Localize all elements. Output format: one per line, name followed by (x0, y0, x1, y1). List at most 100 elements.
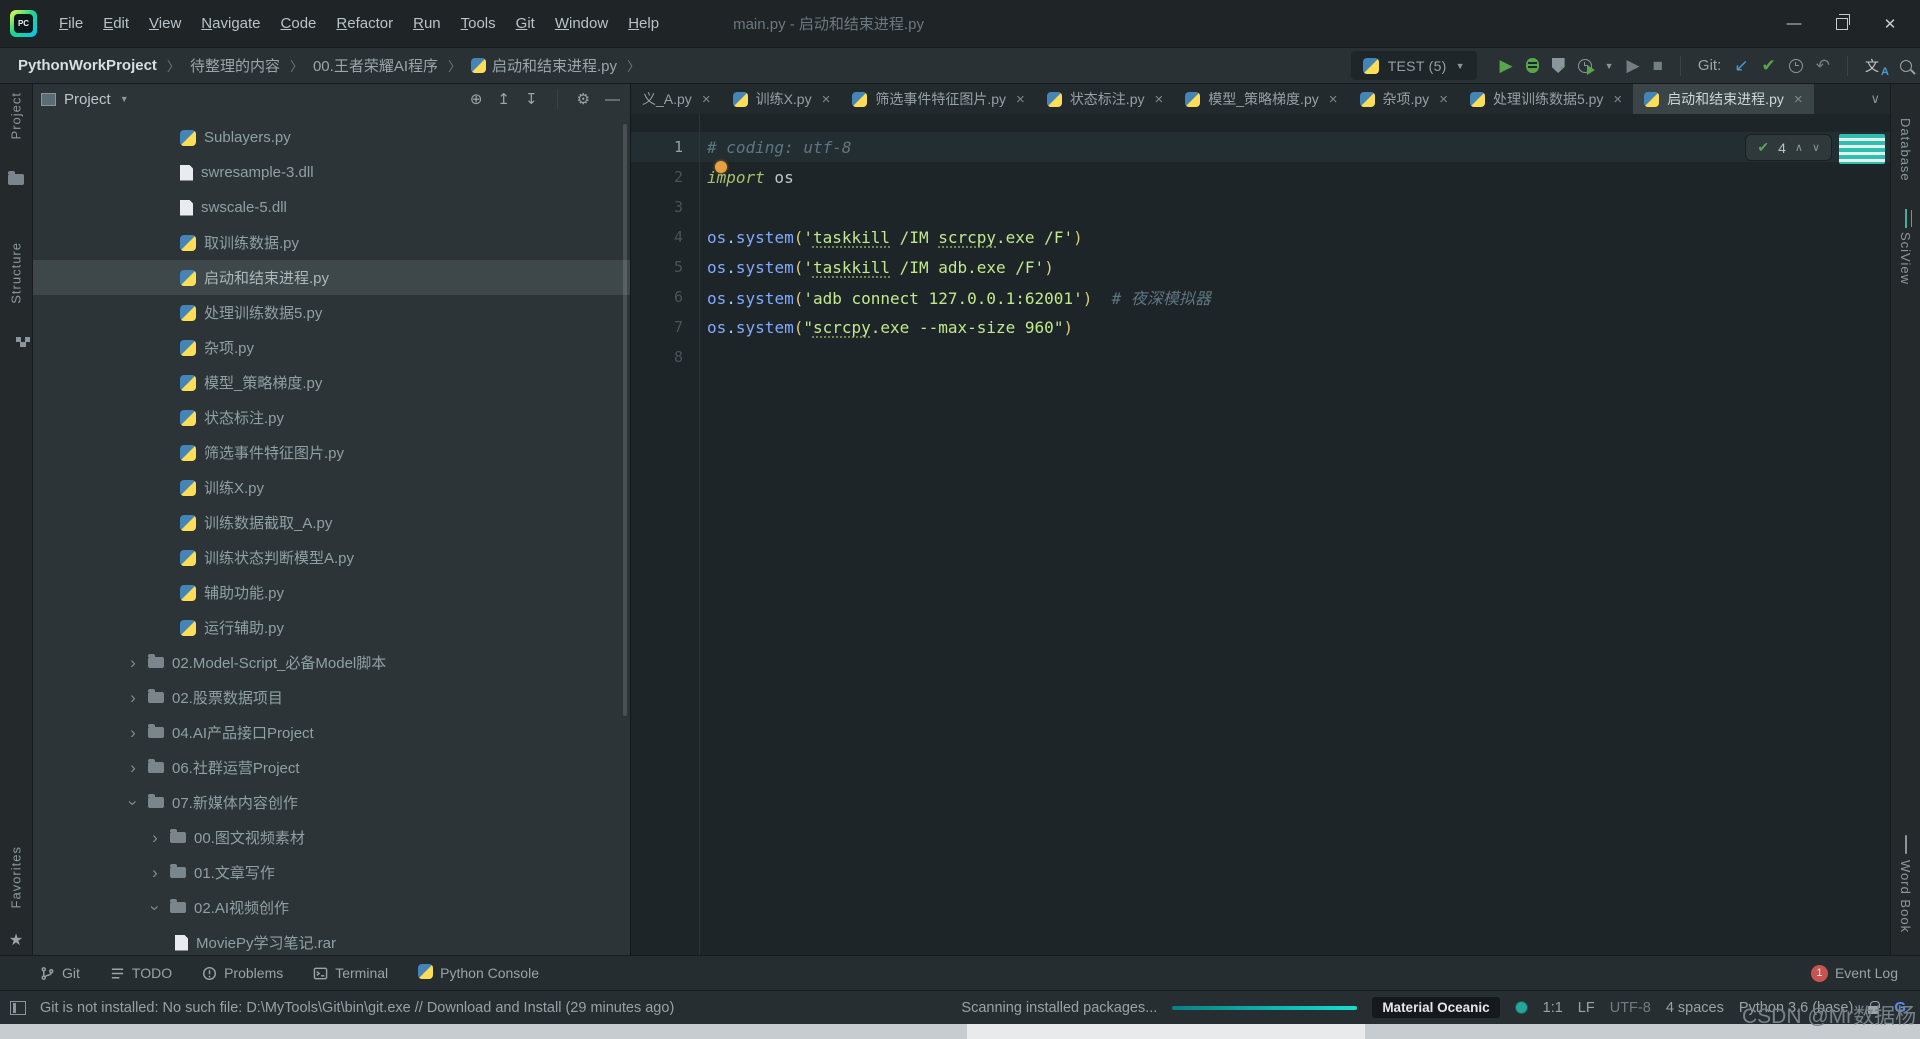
tree-row[interactable]: › 02.AI视频创作 (33, 890, 630, 925)
tree-row[interactable]: 训练状态判断模型A.py (33, 540, 630, 575)
tree-row[interactable]: › 02.股票数据项目 (33, 680, 630, 715)
tool-window-button-terminal[interactable]: Terminal (313, 965, 388, 981)
tab-close-icon[interactable]: × (1016, 91, 1025, 108)
tree-row[interactable]: › 01.文章写作 (33, 855, 630, 890)
tab-close-icon[interactable]: × (1794, 91, 1803, 108)
tree-row[interactable]: 处理训练数据5.py (33, 295, 630, 330)
hide-panel-icon[interactable]: — (605, 92, 620, 107)
tree-row[interactable]: 状态标注.py (33, 400, 630, 435)
star-icon[interactable]: ★ (9, 930, 23, 950)
tree-row[interactable]: 启动和结束进程.py (33, 260, 630, 295)
inspections-widget[interactable]: ✔ 4 ∧ ∨ (1745, 134, 1832, 161)
profiler-dropdown-icon[interactable]: ▼ (1605, 61, 1614, 71)
run-button[interactable]: ▶ (1500, 57, 1513, 74)
chevron-collapsed-icon[interactable]: › (147, 863, 163, 883)
menu-item-help[interactable]: Help (618, 9, 669, 38)
chevron-collapsed-icon[interactable]: › (125, 723, 141, 743)
tree-row[interactable]: 筛选事件特征图片.py (33, 435, 630, 470)
editor-tab[interactable]: 训练X.py × (722, 84, 842, 114)
expand-all-icon[interactable]: ↥ (497, 92, 510, 107)
tree-row[interactable]: › 06.社群运营Project (33, 750, 630, 785)
tool-window-button-python-console[interactable]: Python Console (418, 964, 539, 982)
editor-tab[interactable]: 筛选事件特征图片.py × (841, 84, 1035, 114)
tree-row[interactable]: 模型_策略梯度.py (33, 365, 630, 400)
project-folder-icon[interactable] (8, 171, 24, 190)
tool-tab-wordbook[interactable]: Word Book (1898, 860, 1913, 933)
theme-badge[interactable]: Material Oceanic (1372, 997, 1500, 1018)
tab-close-icon[interactable]: × (702, 91, 711, 108)
tool-tab-sciview[interactable]: SciView (1898, 232, 1913, 285)
tree-row[interactable]: swresample-3.dll (33, 155, 630, 190)
tree-row[interactable]: › 00.图文视频素材 (33, 820, 630, 855)
line-separator[interactable]: LF (1578, 1000, 1595, 1016)
run-configuration-select[interactable]: TEST (5) ▼ (1350, 51, 1477, 80)
event-log-button[interactable]: 1 Event Log (1810, 964, 1898, 982)
scrollbar-thumb[interactable] (623, 124, 627, 716)
tree-row[interactable]: MoviePy学习笔记.rar (33, 925, 630, 955)
gear-icon[interactable]: ⚙ (577, 92, 590, 107)
tab-close-icon[interactable]: × (1329, 91, 1338, 108)
tool-tab-project[interactable]: Project (9, 92, 24, 139)
line-number[interactable]: 7 (631, 318, 699, 336)
toolwindow-toggle-icon[interactable] (10, 1000, 26, 1015)
wordbook-icon[interactable] (1904, 835, 1907, 854)
line-number[interactable]: 6 (631, 288, 699, 306)
tab-close-icon[interactable]: × (1155, 91, 1164, 108)
git-commit-icon[interactable]: ✔ (1762, 57, 1776, 74)
search-icon[interactable] (1900, 59, 1912, 72)
tree-row[interactable]: › 04.AI产品接口Project (33, 715, 630, 750)
editor-tab[interactable]: 模型_策略梯度.py × (1174, 84, 1348, 114)
tree-row[interactable]: 辅助功能.py (33, 575, 630, 610)
tree-row[interactable]: 训练数据截取_A.py (33, 505, 630, 540)
editor-tab[interactable]: 状态标注.py × (1036, 84, 1174, 114)
rollback-icon[interactable]: ↶ (1816, 57, 1830, 74)
tool-window-button-todo[interactable]: TODO (110, 965, 172, 981)
profiler-button[interactable] (1577, 58, 1595, 75)
chevron-collapsed-icon[interactable]: › (125, 758, 141, 778)
tree-row[interactable]: 训练X.py (33, 470, 630, 505)
tool-window-button-git[interactable]: Git (40, 965, 80, 981)
tab-close-icon[interactable]: × (1613, 91, 1622, 108)
sciview-icon[interactable] (1904, 209, 1907, 228)
chevron-collapsed-icon[interactable]: › (125, 653, 141, 673)
line-number[interactable]: 4 (631, 228, 699, 246)
tool-tab-favorites[interactable]: Favorites (9, 846, 24, 908)
line-number[interactable]: 2 (631, 168, 699, 186)
translate-icon[interactable]: 文A (1865, 56, 1889, 78)
status-message[interactable]: Git is not installed: No such file: D:\M… (40, 1000, 674, 1016)
tab-close-icon[interactable]: × (822, 91, 831, 108)
indent-style[interactable]: 4 spaces (1666, 1000, 1724, 1016)
tabs-dropdown-icon[interactable]: ∨ (1860, 84, 1890, 114)
menu-item-navigate[interactable]: Navigate (191, 9, 270, 38)
menu-item-git[interactable]: Git (506, 9, 545, 38)
tool-tab-structure[interactable]: Structure (9, 242, 24, 304)
collapse-all-icon[interactable]: ↧ (525, 92, 538, 107)
breadcrumb-item[interactable]: 00.王者荣耀AI程序 (313, 55, 438, 76)
theme-color-dot[interactable] (1514, 1001, 1528, 1014)
git-update-icon[interactable]: ↙ (1734, 57, 1748, 74)
breadcrumb-item[interactable]: 启动和结束进程.py (471, 55, 617, 76)
chevron-collapsed-icon[interactable]: › (147, 828, 163, 848)
chevron-expanded-icon[interactable]: › (123, 795, 143, 811)
tree-row[interactable]: › 02.Model-Script_必备Model脚本 (33, 645, 630, 680)
menu-item-file[interactable]: File (49, 9, 93, 38)
editor-tab[interactable]: 处理训练数据5.py × (1459, 84, 1633, 114)
menu-item-code[interactable]: Code (271, 9, 327, 38)
tool-tab-database[interactable]: Database (1898, 118, 1913, 182)
chevron-collapsed-icon[interactable]: › (125, 688, 141, 708)
stop-button[interactable]: ■ (1653, 57, 1663, 74)
menu-item-tools[interactable]: Tools (451, 9, 506, 38)
code-editor[interactable]: 1 # coding: utf-8 2 import os 3 4 os.system('t… (631, 114, 1890, 955)
editor-tab[interactable]: 启动和结束进程.py × (1633, 84, 1814, 114)
line-number[interactable]: 8 (631, 348, 699, 366)
prev-problem-icon[interactable]: ∧ (1795, 141, 1803, 154)
menu-item-run[interactable]: Run (403, 9, 451, 38)
line-number[interactable]: 1 (631, 138, 699, 156)
chevron-expanded-icon[interactable]: › (145, 900, 165, 916)
tool-window-button-problems[interactable]: Problems (202, 965, 283, 981)
menu-item-window[interactable]: Window (545, 9, 618, 38)
debug-button[interactable] (1525, 58, 1539, 73)
editor-tab[interactable]: 义_A.py × (631, 84, 722, 114)
locate-icon[interactable]: ⊕ (470, 92, 483, 107)
editor-tab[interactable]: 杂项.py × (1349, 84, 1459, 114)
